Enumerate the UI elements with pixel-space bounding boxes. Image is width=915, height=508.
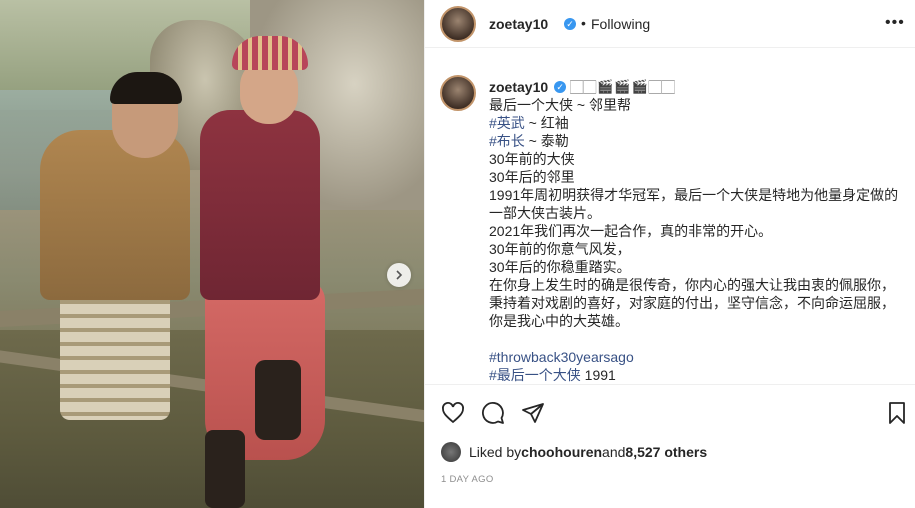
send-icon [522, 403, 544, 423]
post-photo[interactable] [0, 0, 424, 508]
action-bar [425, 384, 915, 444]
chevron-right-icon [396, 270, 403, 280]
hashtag-link[interactable]: #最后一个大侠 [489, 367, 581, 383]
caption-line: #英武 ~ 红袖 [489, 114, 899, 132]
caption-line: #布长 ~ 泰勒 [489, 132, 899, 150]
caption-line: 1991年周初明获得才华冠军，最后一个大侠是特地为他量身定做的一部大侠古装片。 [489, 187, 899, 221]
photo-woman-boot [255, 360, 301, 440]
caption-line: 2021年我们再次一起合作，真的非常的开心。 [489, 223, 773, 239]
verified-badge-icon: ✓ [554, 81, 567, 93]
caption-avatar[interactable] [440, 75, 476, 111]
caption-line: #最后一个大侠 1991 [489, 366, 899, 384]
caption-line: 30年后的邻里 [489, 169, 575, 185]
hashtag-link[interactable]: #英武 [489, 115, 525, 131]
author-username[interactable]: zoetay10 [489, 16, 548, 32]
hashtag-link[interactable]: #布长 [489, 133, 525, 149]
post-panel: zoetay10 ✓ • Following ••• zoetay10 ✓ 🏻🏻… [424, 0, 915, 508]
comment-icon [482, 402, 504, 424]
caption-line: 最后一个大侠 ~ 邻里帮 [489, 97, 631, 113]
likes-count[interactable]: 8,527 others [625, 444, 707, 460]
share-button[interactable] [519, 399, 547, 427]
save-button[interactable] [883, 399, 911, 427]
post-timestamp[interactable]: 1 DAY AGO [441, 474, 494, 485]
caption-emojis: 🏻🏻🎬🎬🎬🏻🏻 [570, 79, 676, 94]
caption-line-text: ~ 泰勒 [524, 133, 569, 149]
comment-button[interactable] [479, 399, 507, 427]
photo-woman-body [200, 110, 320, 300]
photo-woman-hat [232, 36, 308, 70]
photo-man-hair [110, 72, 182, 104]
liker-username[interactable]: choohouren [521, 444, 602, 460]
likes-prefix: Liked by [469, 444, 522, 460]
caption-username[interactable]: zoetay10 [489, 78, 548, 96]
caption-line: 30年前的你意气风发， [489, 241, 631, 257]
next-photo-button[interactable] [387, 263, 411, 287]
caption-line: #throwback30yearsago [489, 348, 899, 366]
hashtag-link[interactable]: #throwback30yearsago [489, 349, 634, 365]
photo-man-legs [60, 290, 170, 420]
following-button[interactable]: Following [591, 16, 650, 32]
bookmark-icon [889, 402, 905, 424]
author-avatar[interactable] [440, 6, 476, 42]
caption-line-text: 1991 [580, 367, 616, 383]
header-dot: • [581, 15, 586, 31]
post-header: zoetay10 ✓ • Following ••• [425, 0, 915, 48]
caption: zoetay10 ✓ 🏻🏻🎬🎬🎬🏻🏻 最后一个大侠 ~ 邻里帮 #英武 ~ 红袖… [425, 62, 915, 384]
liker-avatar[interactable] [441, 442, 461, 462]
caption-line: 在你身上发生时的确是很传奇，你内心的强大让我由衷的佩服你，秉持着对戏剧的喜好，对… [489, 277, 895, 329]
likes-middle: and [602, 444, 626, 460]
heart-icon [442, 402, 464, 424]
verified-badge-icon: ✓ [564, 18, 576, 30]
caption-line-text: ~ 红袖 [524, 115, 569, 131]
photo-woman-boot-left [205, 430, 245, 508]
more-options-icon[interactable]: ••• [885, 14, 905, 32]
caption-line: 30年前的大侠 [489, 151, 575, 167]
likes-summary: Liked by choohouren and 8,527 others [441, 442, 707, 462]
caption-line: 30年后的你稳重踏实。 [489, 259, 631, 275]
caption-text: zoetay10 ✓ 🏻🏻🎬🎬🎬🏻🏻 最后一个大侠 ~ 邻里帮 #英武 ~ 红袖… [489, 78, 899, 384]
like-button[interactable] [439, 399, 467, 427]
photo-man-body [40, 130, 190, 300]
